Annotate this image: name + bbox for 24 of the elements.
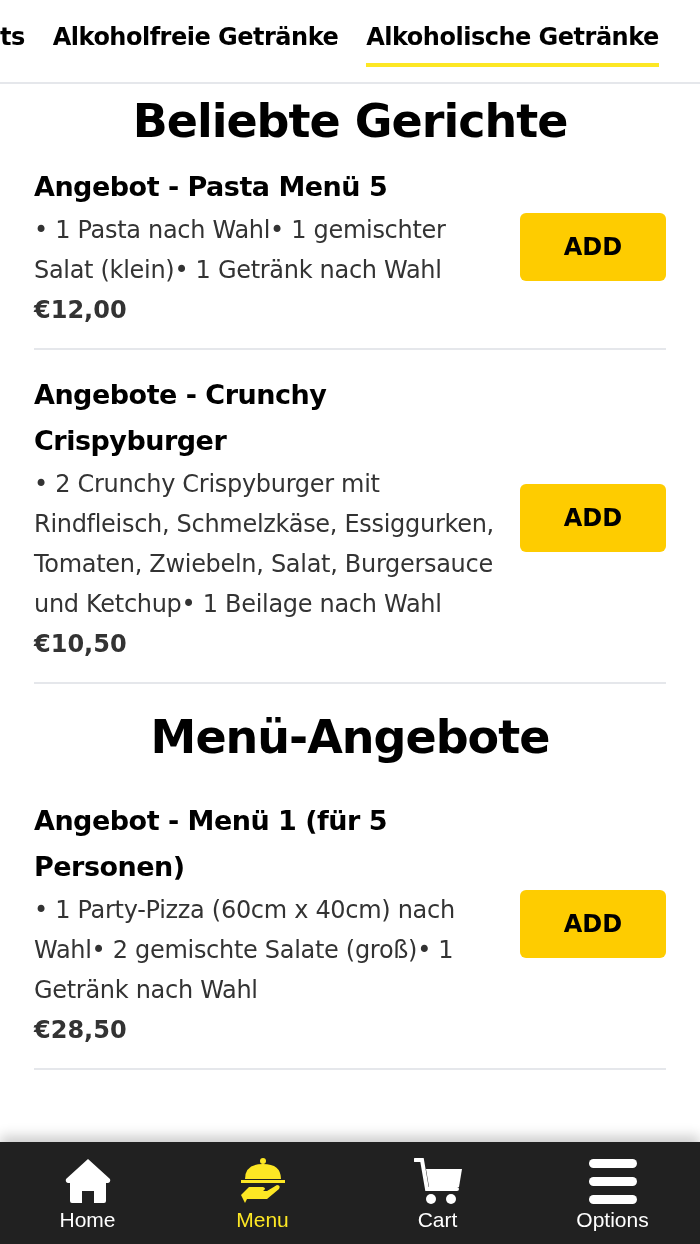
dish-name: Angebote - Crunchy Crispyburger <box>34 378 328 458</box>
dish-description: • 1 Pasta nach Wahl• 1 gemischter Salat (klein)• 1 Getränk nach Wahl <box>34 215 447 286</box>
nav-tab[interactable]: Cart <box>350 1156 525 1230</box>
category-tab[interactable]: ts <box>0 15 25 67</box>
nav-tab[interactable]: Options <box>525 1156 700 1230</box>
dish-name: Angebot - Pasta Menü 5 <box>34 170 389 204</box>
nav-tab[interactable]: Home <box>0 1156 175 1230</box>
menu-icon <box>588 1156 637 1205</box>
section-heading: Beliebte Gerichte <box>131 98 569 144</box>
dish-price: €28,50 <box>34 1015 128 1046</box>
serving-tray-icon <box>238 1156 287 1205</box>
dish-name: Angebot - Menü 1 (für 5 Personen) <box>34 804 389 884</box>
dish-description: • 2 Crunchy Crispyburger mit Rindfleisch, Schmelzkäse, Essiggurken, Tomaten, Zwiebeln, Salat, Burgersauce und Ketchup• 1 Beilage nach Wahl <box>34 469 495 620</box>
add-button[interactable]: ADD <box>520 484 666 552</box>
dish-price: €10,50 <box>34 629 128 660</box>
dish-description: • 1 Party-Pizza (60cm x 40cm) nach Wahl• 2 gemischte Salate (groß)• 1 Getränk nach Wahl <box>34 895 456 1006</box>
category-tab[interactable]: Alkoholische Getränke <box>366 15 659 67</box>
dish-price: €12,00 <box>34 295 128 326</box>
add-button[interactable]: ADD <box>520 890 666 958</box>
category-tab[interactable]: Alkoholfreie Getränke <box>52 15 339 67</box>
nav-tab[interactable]: Menu <box>175 1156 350 1230</box>
add-button[interactable]: ADD <box>520 213 666 281</box>
cart-icon <box>413 1156 462 1205</box>
home-icon <box>63 1156 112 1205</box>
